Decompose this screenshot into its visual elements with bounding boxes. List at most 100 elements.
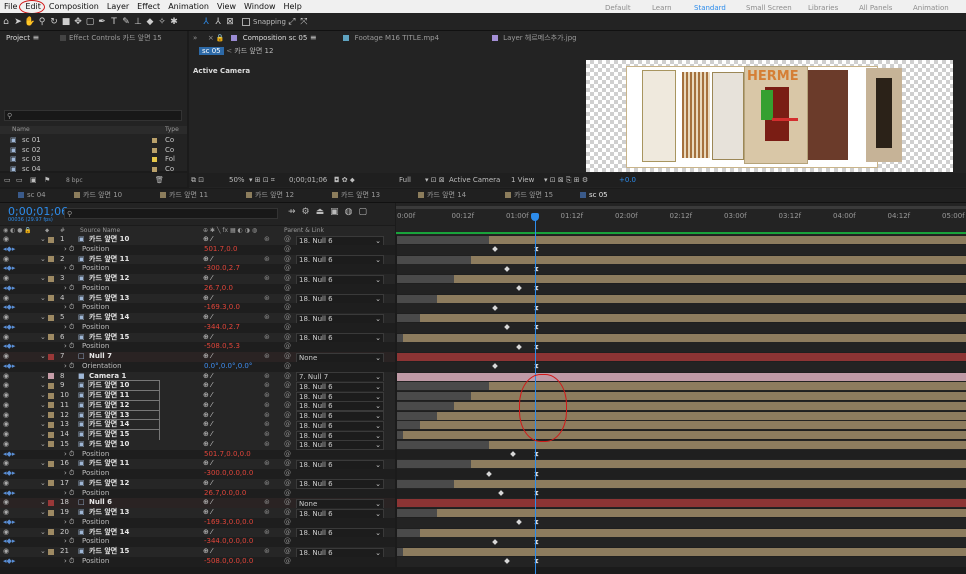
view-layout-select[interactable]: 1 View [511, 173, 534, 187]
layer-row[interactable]: ◉ ⌄ 13 ▣ 카드 앞면 14 ⊕ ⁄ ⊛ @18. Null 6 ⌄ [0, 419, 395, 431]
expand-twirl-icon[interactable]: ⌄ [40, 391, 46, 401]
pickwhip-icon[interactable]: @ [284, 440, 291, 450]
3d-layer-icon[interactable]: ⊛ [264, 274, 270, 284]
selection-tool-icon[interactable]: ➤ [12, 17, 24, 27]
expand-twirl-icon[interactable]: ⌄ [40, 479, 46, 489]
layer-switches-icon[interactable]: ⊕ ⁄ [203, 391, 212, 401]
keyframe[interactable] [492, 363, 498, 370]
timeline-track[interactable] [397, 420, 966, 430]
stopwatch-icon[interactable]: › ⏱ [64, 264, 75, 274]
layer-switches-icon[interactable]: ⊕ ⁄ [203, 274, 212, 284]
layer-name[interactable]: Camera 1 [89, 372, 126, 382]
label-color-icon[interactable] [48, 373, 54, 379]
rectangle-tool-icon[interactable]: ▢ [84, 17, 96, 27]
layer-duration-bar[interactable] [488, 440, 966, 449]
layer-switches-icon[interactable]: ⊕ ⁄ [203, 411, 212, 421]
pickwhip-icon[interactable]: @ [284, 391, 291, 401]
keyframe-nav-icon[interactable]: ◂◆▸ [3, 264, 15, 274]
timeline-tab[interactable]: sc 05 [580, 189, 608, 202]
timeline-track[interactable]: ⧗ [397, 517, 966, 528]
timeline-track[interactable] [397, 459, 966, 469]
keyframe[interactable] [516, 519, 522, 526]
tab-layer[interactable]: Layer 헤르메스추가.jpg [503, 34, 576, 42]
layer-switches-icon[interactable]: ⊕ ⁄ [203, 372, 212, 382]
keyframe-nav-icon[interactable]: ◂◆▸ [3, 537, 15, 547]
stopwatch-icon[interactable]: › ⏱ [64, 245, 75, 255]
property-row[interactable]: ◂◆▸ › ⏱ Position -169.3,0.0 @ [0, 303, 395, 313]
label-color-icon[interactable] [48, 392, 54, 399]
visibility-eye-icon[interactable]: ◉ [3, 430, 9, 440]
layer-switches-icon[interactable]: ⊕ ⁄ [203, 498, 212, 508]
timeline-tab[interactable]: 카드 앞면 15 [505, 189, 553, 202]
3d-layer-icon[interactable]: ⊛ [264, 498, 270, 508]
3d-layer-icon[interactable]: ⊛ [264, 420, 270, 430]
property-value[interactable]: -508.0,5.3 [204, 342, 240, 352]
keyframe[interactable] [492, 304, 498, 311]
timeline-track[interactable] [397, 400, 966, 411]
pickwhip-icon[interactable]: @ [284, 372, 291, 382]
keyframe[interactable] [516, 285, 522, 292]
timeline-track[interactable]: ⧗ [397, 322, 966, 333]
layer-row[interactable]: ◉ ⌄ 5 ▣ 카드 앞면 14 ⊕ ⁄ ⊛ @18. Null 6 ⌄ [0, 313, 395, 324]
pickwhip-icon[interactable]: @ [284, 333, 291, 343]
layer-name[interactable]: 카드 앞면 15 [89, 333, 129, 343]
keyframe-nav-icon[interactable]: ◂◆▸ [3, 323, 15, 333]
stopwatch-icon[interactable]: › ⏱ [64, 469, 75, 479]
region-icon[interactable]: ▾ ⊡ ⊠ [425, 173, 445, 187]
visibility-eye-icon[interactable]: ◉ [3, 547, 9, 557]
label-color-icon[interactable] [48, 256, 54, 262]
layer-row[interactable]: ◉ ⌄ 12 ▣ 카드 앞면 13 ⊕ ⁄ ⊛ @18. Null 6 ⌄ [0, 409, 395, 422]
property-row[interactable]: ◂◆▸ › ⏱ Position 26.7,0.0,0.0 @ [0, 488, 395, 499]
project-search-input[interactable]: ⚲ [4, 110, 182, 121]
3d-layer-icon[interactable]: ⊛ [264, 430, 270, 440]
3d-layer-icon[interactable]: ⊛ [264, 528, 270, 538]
layer-switches-icon[interactable]: ⊕ ⁄ [203, 313, 212, 323]
layer-row[interactable]: ◉ ⌄ 16 ▣ 카드 앞면 11 ⊕ ⁄ ⊛ @18. Null 6 ⌄ [0, 459, 395, 470]
property-value[interactable]: -300.0,2.7 [204, 264, 240, 274]
timeline-track[interactable] [397, 391, 966, 401]
layer-name[interactable]: 카드 앞면 15 [87, 429, 161, 441]
preview-icon[interactable]: ⧉ ⊡ [191, 173, 204, 187]
layer-switches-icon[interactable]: ⊕ ⁄ [203, 528, 212, 538]
visibility-eye-icon[interactable]: ◉ [3, 255, 9, 265]
pickwhip-icon[interactable]: @ [284, 498, 291, 508]
3d-layer-icon[interactable]: ⊛ [264, 411, 270, 421]
visibility-eye-icon[interactable]: ◉ [3, 420, 9, 430]
expand-twirl-icon[interactable]: ⌄ [40, 294, 46, 304]
layer-name[interactable]: 카드 앞면 12 [89, 274, 129, 284]
layer-switches-icon[interactable]: ⊕ ⁄ [203, 294, 212, 304]
timeline-track[interactable] [397, 332, 966, 343]
camera-select[interactable]: Active Camera [449, 173, 500, 187]
layer-row[interactable]: ◉ ⌄ 2 ▣ 카드 앞면 11 ⊕ ⁄ ⊛ @18. Null 6 ⌄ [0, 254, 395, 265]
label-color-icon[interactable] [48, 548, 54, 555]
camera-tool-icon[interactable]: ■ [60, 17, 72, 27]
pickwhip-icon[interactable]: @ [284, 557, 291, 567]
timeline-track[interactable] [397, 508, 966, 518]
3d-layer-icon[interactable]: ⊛ [264, 235, 270, 245]
rotate-tool-icon[interactable]: ↻ [48, 17, 60, 27]
timeline-track[interactable] [397, 478, 966, 489]
workspace-standard[interactable]: Standard [694, 0, 726, 17]
pickwhip-icon[interactable]: @ [284, 342, 291, 352]
3d-layer-icon[interactable]: ⊛ [264, 479, 270, 489]
timeline-track[interactable] [397, 274, 966, 284]
3d-layer-icon[interactable]: ⊛ [264, 352, 270, 362]
stopwatch-icon[interactable]: › ⏱ [64, 323, 75, 333]
keyframe[interactable] [492, 538, 498, 545]
layer-name[interactable]: 카드 앞면 11 [87, 390, 161, 402]
project-item[interactable]: ▣ sc 02 Co [2, 146, 185, 155]
layer-name[interactable]: 카드 앞면 11 [89, 459, 129, 469]
property-row[interactable]: ◂◆▸ › ⏱ Position -508.0,0.0,0.0 @ [0, 556, 395, 567]
layer-name[interactable]: 카드 앞면 13 [89, 508, 129, 518]
layer-switches-icon[interactable]: ⊕ ⁄ [203, 401, 212, 411]
snap-edges-icon[interactable]: ⤢ [286, 17, 298, 27]
stopwatch-icon[interactable]: › ⏱ [64, 284, 75, 294]
axis-world-icon[interactable]: ⅄ [212, 17, 224, 27]
layer-duration-bar[interactable] [419, 528, 966, 537]
layer-switches-icon[interactable]: ⊕ ⁄ [203, 547, 212, 557]
property-value[interactable]: 26.7,0.0,0.0 [204, 489, 246, 499]
property-row[interactable]: ◂◆▸ › ⏱ Orientation 0.0°,0.0°,0.0° @ [0, 361, 395, 372]
pickwhip-icon[interactable]: @ [284, 323, 291, 333]
property-row[interactable]: ◂◆▸ › ⏱ Position -508.0,5.3 @ [0, 342, 395, 352]
pickwhip-icon[interactable]: @ [284, 469, 291, 479]
